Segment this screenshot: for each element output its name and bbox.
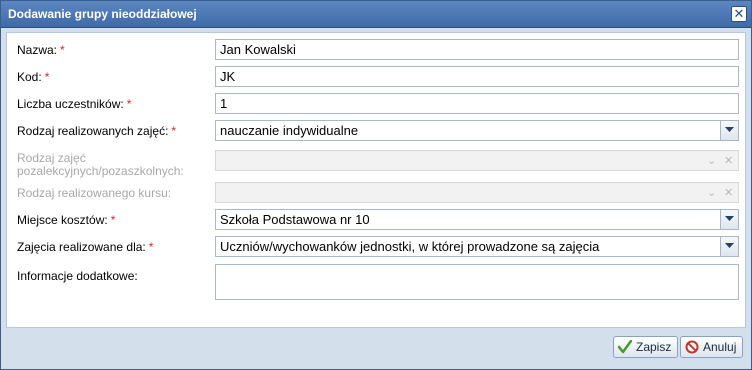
dialog-title: Dodawanie grupy nieoddziałowej <box>8 7 197 21</box>
dialog-footer: Zapisz Anuluj <box>1 329 751 369</box>
save-button[interactable]: Zapisz <box>613 336 679 358</box>
cancel-icon <box>685 340 699 354</box>
rodzaj-kursu-select: ⌄ ✕ <box>215 182 739 203</box>
chevron-down-icon <box>725 243 734 248</box>
chevron-down-icon <box>725 127 734 132</box>
zajecia-dla-dropdown-button[interactable] <box>720 237 738 256</box>
dialog-titlebar[interactable]: Dodawanie grupy nieoddziałowej ✕ <box>1 1 751 28</box>
clear-icon: ✕ <box>724 187 734 199</box>
rodzaj-zajec-value: nauczanie indywidualne <box>220 123 359 138</box>
form-body: Nazwa: * Jan Kowalski Kod: * JK Liczba ucz… <box>6 32 746 328</box>
cancel-button[interactable]: Anuluj <box>680 336 744 358</box>
informacje-textarea[interactable] <box>215 264 739 300</box>
kod-input[interactable]: JK <box>215 66 739 87</box>
rodzaj-kursu-label: Rodzaj realizowanego kursu: <box>17 186 172 200</box>
liczba-input[interactable]: 1 <box>215 93 739 114</box>
zajecia-dla-label: Zajęcia realizowane dla: * <box>17 240 154 254</box>
dialog-window: Dodawanie grupy nieoddziałowej ✕ Nazwa: *… <box>0 0 752 370</box>
informacje-label: Informacje dodatkowe: <box>17 269 138 283</box>
zajecia-dla-value: Uczniów/wychowanków jednostki, w której … <box>220 239 600 254</box>
rodzaj-pozalekcyjnych-label: Rodzaj zajęć pozalekcyjnych/pozaszkolnyc… <box>17 151 184 178</box>
nazwa-input[interactable]: Jan Kowalski <box>215 39 739 60</box>
chevron-down-icon: ⌄ <box>707 187 717 199</box>
rodzaj-zajec-dropdown-button[interactable] <box>720 121 738 140</box>
chevron-down-icon <box>725 216 734 221</box>
checkmark-icon <box>618 340 632 354</box>
zajecia-dla-select[interactable]: Uczniów/wychowanków jednostki, w której … <box>215 236 739 257</box>
liczba-label: Liczba uczestników: * <box>17 97 132 111</box>
miejsce-kosztow-dropdown-button[interactable] <box>720 210 738 229</box>
rodzaj-zajec-label: Rodzaj realizowanych zajęć: * <box>17 124 177 138</box>
miejsce-kosztow-value: Szkoła Podstawowa nr 10 <box>220 212 370 227</box>
close-icon: ✕ <box>733 6 745 21</box>
kod-label: Kod: * <box>17 70 50 84</box>
nazwa-label: Nazwa: * <box>17 43 65 57</box>
rodzaj-zajec-select[interactable]: nauczanie indywidualne <box>215 120 739 141</box>
rodzaj-pozalekcyjnych-select: ⌄ ✕ <box>215 150 739 171</box>
clear-icon: ✕ <box>724 155 734 167</box>
chevron-down-icon: ⌄ <box>707 155 717 167</box>
close-button[interactable]: ✕ <box>731 6 747 22</box>
miejsce-kosztow-select[interactable]: Szkoła Podstawowa nr 10 <box>215 209 739 230</box>
miejsce-kosztow-label: Miejsce kosztów: * <box>17 213 116 227</box>
